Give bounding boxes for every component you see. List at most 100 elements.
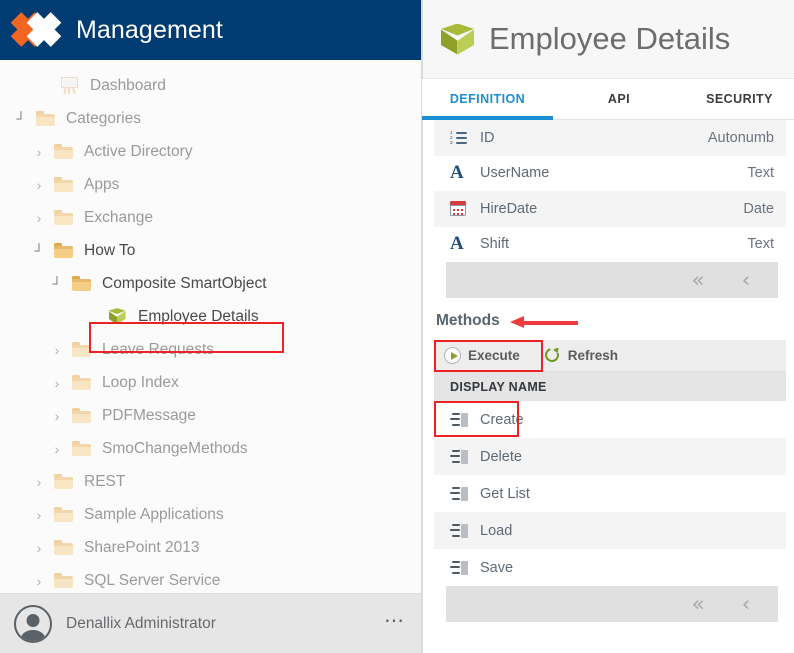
methods-prev-page-button[interactable]: ‹	[722, 594, 770, 615]
properties-first-page-button[interactable]: «	[674, 270, 722, 291]
table-row[interactable]: 1 2 3 ID Autonumb	[434, 120, 786, 156]
folder-icon	[53, 507, 73, 522]
tree-item-icon	[68, 342, 94, 357]
sidebar-item-sql-server-service[interactable]: › SQL Server Service	[0, 564, 421, 593]
folder-icon	[35, 111, 55, 126]
k2-x-logo-icon[interactable]	[0, 0, 72, 60]
method-icon	[450, 412, 468, 427]
sidebar-item-leave-requests[interactable]: › Leave Requests	[0, 333, 421, 366]
chevron-right-icon[interactable]: ›	[46, 375, 68, 391]
folder-icon	[71, 342, 91, 357]
category-tree[interactable]: Dashboard ┘ Categories › Active Directory › Ap…	[0, 60, 421, 593]
methods-toolbar[interactable]: Execute Refresh	[434, 340, 786, 372]
method-row[interactable]: Save	[434, 549, 786, 586]
method-icon	[450, 486, 474, 501]
tree-elbow-icon[interactable]: ┘	[10, 111, 32, 126]
method-row[interactable]: Create	[434, 401, 786, 438]
sidebar-item-categories[interactable]: ┘ Categories	[0, 102, 421, 135]
detail-tabs[interactable]: DEFINITION API SECURITY	[422, 79, 794, 120]
property-name-cell: A UserName	[450, 162, 747, 184]
method-name-label: Save	[480, 559, 514, 576]
sidebar-item-apps[interactable]: › Apps	[0, 168, 421, 201]
sidebar-item-label: SharePoint 2013	[84, 538, 200, 556]
ellipsis-icon[interactable]: ⋯	[384, 611, 405, 632]
user-bar[interactable]: Denallix Administrator ⋯	[0, 593, 421, 653]
tab-api[interactable]: API	[553, 79, 685, 119]
text-a-icon: A	[450, 162, 464, 184]
sidebar-item-label: SQL Server Service	[84, 571, 221, 589]
sidebar-item-active-directory[interactable]: › Active Directory	[0, 135, 421, 168]
tree-elbow-icon[interactable]: ┘	[46, 276, 68, 291]
chevron-right-icon[interactable]: ›	[28, 144, 50, 160]
tree-item-icon	[50, 177, 76, 192]
refresh-button[interactable]: Refresh	[534, 340, 632, 372]
brand-header: Management	[0, 0, 421, 60]
methods-first-page-button[interactable]: «	[674, 594, 722, 615]
refresh-button-label: Refresh	[567, 348, 619, 363]
chevron-right-icon[interactable]: ›	[28, 507, 50, 523]
numbered-list-icon: 123	[450, 130, 467, 145]
folder-icon	[53, 540, 73, 555]
execute-button-label: Execute	[468, 348, 520, 363]
sidebar-item-pdfmessage[interactable]: › PDFMessage	[0, 399, 421, 432]
sidebar-item-label: Employee Details	[138, 307, 259, 325]
sidebar-item-smochangemethods[interactable]: › SmoChangeMethods	[0, 432, 421, 465]
chevron-right-icon[interactable]: ›	[28, 540, 50, 556]
methods-section-title: Methods	[422, 298, 794, 340]
method-icon	[450, 523, 468, 538]
sidebar-item-exchange[interactable]: › Exchange	[0, 201, 421, 234]
method-icon	[450, 486, 468, 501]
property-name-label: Shift	[480, 236, 510, 253]
sidebar-item-employee-details[interactable]: Employee Details	[0, 300, 421, 333]
folder-icon	[53, 573, 73, 588]
methods-pager[interactable]: « ‹	[446, 586, 778, 622]
tree-item-icon	[50, 243, 76, 258]
sidebar-item-label: Exchange	[84, 208, 153, 226]
property-name-cell: A Shift	[450, 234, 747, 253]
property-name-label: UserName	[480, 165, 550, 182]
chevron-right-icon[interactable]: ›	[28, 210, 50, 226]
methods-title-label: Methods	[436, 312, 500, 329]
sidebar-item-sharepoint-2013[interactable]: › SharePoint 2013	[0, 531, 421, 564]
properties-grid: 1 2 3 ID Autonumb A UserName Text HireDate Date A S…	[434, 120, 786, 298]
execute-button[interactable]: Execute	[434, 340, 534, 372]
app-root: Management Dashboard ┘ Categories › Active D…	[0, 0, 794, 653]
table-row[interactable]: A Shift Text	[434, 226, 786, 262]
sidebar-item-composite-smartobject[interactable]: ┘ Composite SmartObject	[0, 267, 421, 300]
sidebar-item-label: Sample Applications	[84, 505, 224, 523]
tab-definition[interactable]: DEFINITION	[422, 79, 553, 120]
play-circle-icon	[444, 347, 461, 364]
table-row[interactable]: A UserName Text	[434, 155, 786, 191]
properties-prev-page-button[interactable]: ‹	[722, 270, 770, 291]
chevron-right-icon[interactable]: ›	[28, 177, 50, 193]
folder-icon	[71, 276, 91, 291]
chevron-right-icon[interactable]: ›	[28, 573, 50, 589]
chevron-right-icon[interactable]: ›	[46, 342, 68, 358]
red-left-arrow-annotation-icon	[509, 316, 578, 328]
sidebar-item-how-to[interactable]: ┘ How To	[0, 234, 421, 267]
tab-definition-label: DEFINITION	[449, 92, 526, 106]
chevron-right-icon[interactable]: ›	[28, 474, 50, 490]
method-row[interactable]: Get List	[434, 475, 786, 512]
sidebar-item-sample-applications[interactable]: › Sample Applications	[0, 498, 421, 531]
user-avatar-icon	[14, 604, 52, 643]
chevron-right-icon[interactable]: ›	[46, 408, 68, 424]
tree-item-icon	[50, 474, 76, 489]
sidebar-item-label: Leave Requests	[102, 340, 215, 358]
sidebar-item-rest[interactable]: › REST	[0, 465, 421, 498]
tab-security-label: SECURITY	[706, 92, 773, 106]
method-name-label: Create	[480, 411, 524, 428]
property-type-label: Date	[743, 200, 774, 217]
method-row[interactable]: Load	[434, 512, 786, 549]
tree-elbow-icon[interactable]: ┘	[28, 243, 50, 258]
method-row[interactable]: Delete	[434, 438, 786, 475]
folder-icon	[53, 243, 73, 258]
chevron-right-icon[interactable]: ›	[46, 441, 68, 457]
table-row[interactable]: HireDate Date	[434, 191, 786, 227]
sidebar-item-dashboard[interactable]: Dashboard	[0, 69, 421, 102]
method-name-cell: Load	[450, 523, 774, 539]
properties-pager[interactable]: « ‹	[446, 262, 778, 298]
sidebar-item-loop-index[interactable]: › Loop Index	[0, 366, 421, 399]
tab-security[interactable]: SECURITY	[685, 79, 794, 119]
sidebar-item-label: Categories	[66, 109, 141, 127]
